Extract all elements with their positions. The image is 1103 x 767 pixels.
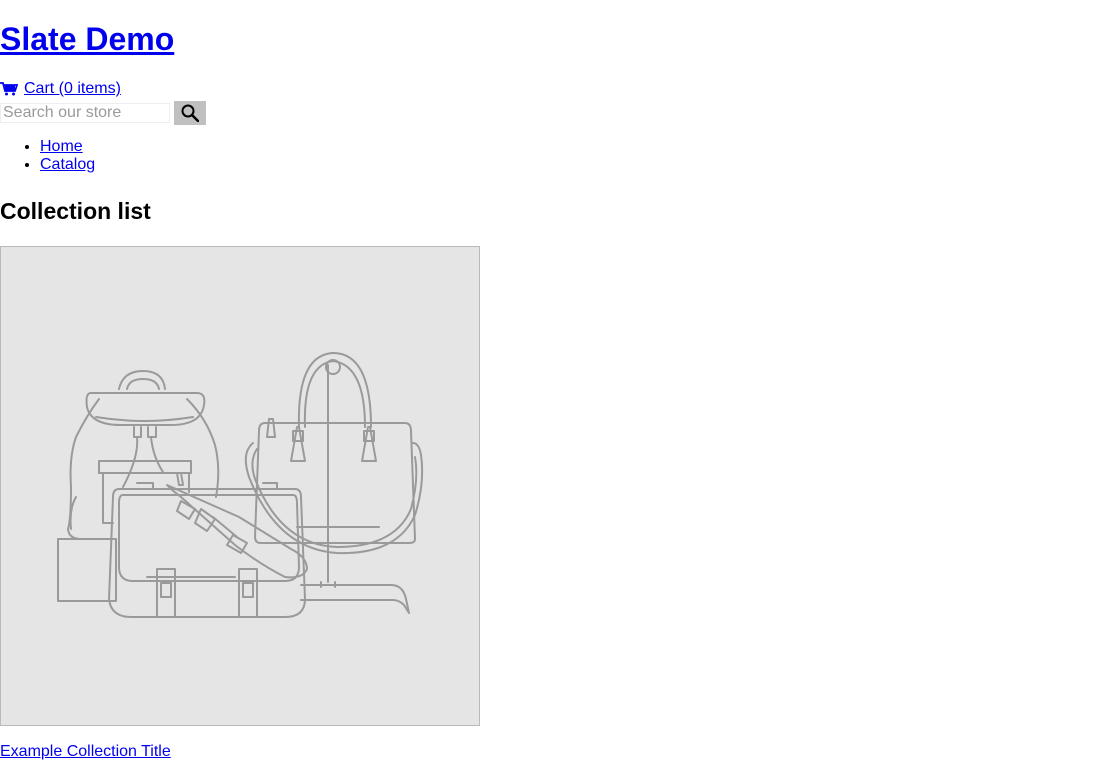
nav-link-catalog[interactable]: Catalog [40,156,95,173]
cart-label: Cart (0 items) [24,80,121,97]
cart-row: Cart (0 items) [0,78,1103,100]
cart-link[interactable]: Cart (0 items) [0,78,121,100]
site-title: Slate Demo [0,0,1103,58]
collection-card[interactable]: Example Collection Title [0,246,480,761]
collection-title-link[interactable]: Example Collection Title [0,743,171,760]
collection-title: Example Collection Title [0,743,480,761]
bags-illustration-icon [57,352,424,618]
site-title-link[interactable]: Slate Demo [0,21,174,57]
section-title: Collection list [0,198,151,224]
search-form [0,101,1103,125]
main-nav: Home Catalog [0,138,1103,174]
nav-item-home: Home [40,138,1103,156]
search-icon [181,104,199,122]
collection-image [0,246,480,726]
nav-link-home[interactable]: Home [40,138,83,155]
search-input[interactable] [0,103,170,123]
cart-icon [0,82,18,96]
search-button[interactable] [174,101,206,125]
nav-item-catalog: Catalog [40,156,1103,174]
